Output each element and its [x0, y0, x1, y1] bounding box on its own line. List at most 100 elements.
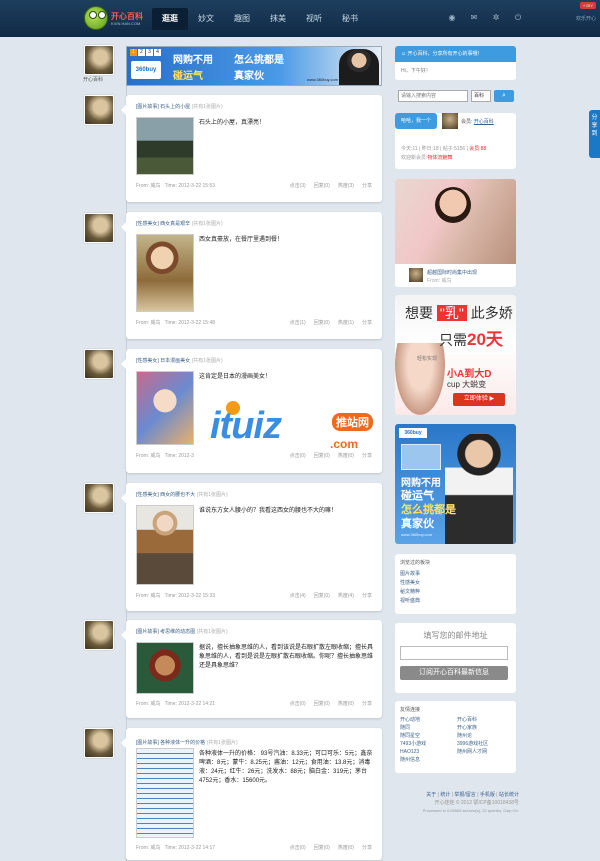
post-image[interactable] [136, 505, 194, 585]
post-clicks[interactable]: 点击(0) [290, 700, 306, 707]
try-now-button[interactable]: 立即体验 ▶ [453, 393, 505, 406]
post-heat[interactable]: 热度(0) [338, 844, 354, 851]
nav-item-secretary[interactable]: 秘书 [332, 8, 368, 30]
eye-icon[interactable]: ◉ [446, 12, 458, 24]
post-share[interactable]: 分享 [362, 182, 372, 189]
ad-page-4[interactable]: 4 [154, 49, 161, 56]
post-clicks[interactable]: 点击(0) [290, 844, 306, 851]
post-heat[interactable]: 热度(4) [338, 592, 354, 599]
post-image[interactable] [136, 748, 194, 838]
new-member-link[interactable]: 物体流魅舞 [427, 155, 452, 161]
post-reply[interactable]: 回复(0) [314, 844, 330, 851]
nav-item-pictures[interactable]: 趣图 [224, 8, 260, 30]
nav-item-articles[interactable]: 妙文 [188, 8, 224, 30]
search-input[interactable] [398, 90, 468, 102]
hi-button[interactable]: 哈哈，我一个 [395, 113, 437, 129]
post-title[interactable]: [性感美女] 西女的腰也不大 (共有1张图片) [136, 491, 228, 498]
post-reply[interactable]: 回复(0) [314, 700, 330, 707]
username-link[interactable]: 欢乐开心 [576, 15, 596, 22]
featured-photo[interactable] [395, 179, 516, 264]
sidebar-ad-beauty[interactable]: 想要 "乳" 此多娇 只需20天 轻松实现 小A到大D cup 大蜕变 立即体验… [395, 295, 516, 415]
post-image[interactable] [136, 642, 194, 694]
friend-link[interactable]: 开心家族 [457, 724, 488, 732]
member-site-link[interactable]: 开心百科 [474, 119, 494, 125]
friend-link[interactable]: 随同 [400, 724, 426, 732]
post-heat[interactable]: 热度(1) [338, 319, 354, 326]
photo-caption[interactable]: 超越国际时尚集中出现 [427, 269, 477, 276]
gear-icon[interactable]: ✲ [490, 12, 502, 24]
visited-link[interactable]: 图片故事 [400, 570, 420, 579]
friend-link[interactable]: 随州论 [457, 732, 488, 740]
visited-link[interactable]: 性感美女 [400, 579, 420, 588]
post-image[interactable] [136, 117, 194, 175]
friend-link[interactable]: 随州网人才网 [457, 748, 488, 756]
post-clicks[interactable]: 点击(1) [290, 319, 306, 326]
power-icon[interactable]: ⏻ [512, 12, 524, 24]
footer-link-webmaster[interactable]: 站长统计 [499, 792, 519, 798]
post-image[interactable] [136, 371, 194, 445]
footer-link-about[interactable]: 关于 [426, 792, 436, 798]
friend-link[interactable]: 3996游戏社区 [457, 740, 488, 748]
nav-item-browse[interactable]: 逛逛 [152, 8, 188, 30]
mail-icon[interactable]: ✉ [468, 12, 480, 24]
ad-page-3[interactable]: 3 [146, 49, 153, 56]
visited-link[interactable]: 视听盛典 [400, 597, 420, 606]
post-title[interactable]: [图片故事] 石头上的小屋 (共有1张图片) [136, 103, 223, 110]
post-title[interactable]: [图片故事] 考思维的动态图 (共有1张图片) [136, 628, 228, 635]
post-title[interactable]: [图片故事] 各种液体一升的价格 (共有1张图片) [136, 739, 238, 746]
footer-link-report[interactable]: 举报/留言 [454, 792, 475, 798]
visited-link[interactable]: 秘文精粹 [400, 588, 420, 597]
post-heat[interactable]: 热度(0) [338, 700, 354, 707]
post-clicks[interactable]: 点击(3) [290, 182, 306, 189]
site-logo[interactable]: 开心百科 KXIN.HAN.COM [84, 6, 146, 30]
post-reply[interactable]: 回复(0) [314, 182, 330, 189]
friend-link[interactable]: 开心动地 [400, 716, 426, 724]
post-share[interactable]: 分享 [362, 592, 372, 599]
friend-link[interactable]: 7493小游戏 [400, 740, 426, 748]
nav-item-media[interactable]: 视听 [296, 8, 332, 30]
photo-author-avatar[interactable] [409, 268, 423, 282]
avatar[interactable] [84, 95, 114, 125]
post-reply[interactable]: 回复(0) [314, 319, 330, 326]
avatar[interactable] [84, 483, 114, 513]
banner-ad[interactable]: 1 2 3 4 360buy 网购不用 碰运气 怎么挑都是 真家伙 www.36… [126, 46, 382, 86]
diy-button[interactable]: + DIY [579, 2, 596, 9]
friend-link[interactable]: HAO123 [400, 748, 426, 756]
post-author[interactable]: From: 威鸟 [136, 453, 160, 459]
share-side-tab[interactable]: 分享到 [589, 110, 600, 158]
post-author[interactable]: From: 威鸟 [136, 845, 160, 851]
search-button[interactable]: ⌕ [494, 90, 514, 102]
post-clicks[interactable]: 点击(4) [290, 592, 306, 599]
friend-link[interactable]: 开心百科 [457, 716, 488, 724]
post-reply[interactable]: 回复(0) [314, 592, 330, 599]
post-share[interactable]: 分享 [362, 319, 372, 326]
post-title[interactable]: [性感美女] 西女真是艰辛 (共有1张图片) [136, 220, 223, 227]
avatar[interactable] [84, 728, 114, 758]
footer-link-stats[interactable]: 统计 [440, 792, 450, 798]
post-share[interactable]: 分享 [362, 700, 372, 707]
ad-page-2[interactable]: 2 [138, 49, 145, 56]
email-field[interactable] [400, 646, 508, 660]
post-author[interactable]: From: 威鸟 [136, 320, 160, 326]
post-author[interactable]: From: 威鸟 [136, 701, 160, 707]
avatar[interactable] [84, 213, 114, 243]
avatar[interactable] [84, 45, 114, 75]
footer-link-mobile[interactable]: 手机版 [480, 792, 495, 798]
nav-item-beauty[interactable]: 抹美 [260, 8, 296, 30]
user-avatar[interactable] [442, 113, 458, 129]
post-share[interactable]: 分享 [362, 844, 372, 851]
sidebar-ad-360buy[interactable]: 360buy 网购不用 碰运气 怎么挑都是 真家伙 www.360buy.com [395, 424, 516, 544]
post-heat[interactable]: 热度(3) [338, 182, 354, 189]
friend-link[interactable]: 随州信息 [400, 756, 426, 764]
ad-page-1[interactable]: 1 [130, 49, 137, 56]
avatar[interactable] [84, 349, 114, 379]
avatar[interactable] [84, 620, 114, 650]
subscribe-button[interactable]: 订阅开心百科最新信息 [400, 666, 508, 680]
post-title[interactable]: [性感美女] 日本漫画美女 (共有1张图片) [136, 357, 223, 364]
search-category-select[interactable]: 百科 [471, 90, 491, 102]
share-happy-button[interactable]: ☺ 开心百科，分享所有开心的事哦！ [395, 46, 516, 62]
friend-link[interactable]: 随同星空 [400, 732, 426, 740]
post-image[interactable] [136, 234, 194, 312]
post-author[interactable]: From: 威鸟 [136, 593, 160, 599]
post-author[interactable]: From: 威鸟 [136, 183, 160, 189]
